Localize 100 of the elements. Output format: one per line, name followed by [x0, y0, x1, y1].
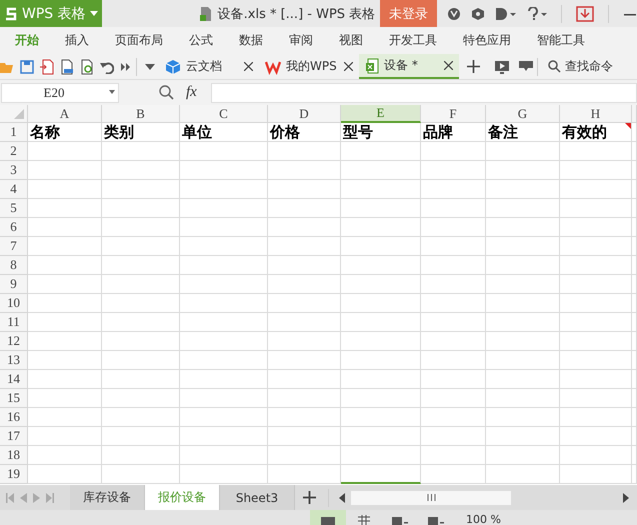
table-cell: [560, 427, 632, 446]
column-header[interactable]: E: [341, 105, 421, 123]
table-cell: [560, 199, 632, 218]
cube-icon: [165, 58, 181, 74]
export-icon[interactable]: [40, 58, 54, 74]
search-icon: [548, 60, 561, 73]
column-header[interactable]: G: [486, 105, 560, 123]
table-cell: [560, 408, 632, 427]
table-cell: [560, 389, 632, 408]
add-sheet-icon[interactable]: [302, 491, 316, 504]
ribbon-tab[interactable]: 视图: [326, 32, 376, 49]
row-header[interactable]: 16: [0, 408, 28, 427]
formula-input[interactable]: [210, 82, 637, 102]
page-icon: [428, 515, 444, 525]
document-tab[interactable]: 设备 *: [359, 54, 459, 79]
row-header[interactable]: 1: [0, 123, 28, 142]
row-header[interactable]: 4: [0, 180, 28, 199]
dropdown-icon[interactable]: [145, 64, 155, 70]
spreadsheet-icon: [365, 58, 379, 74]
table-cell: 名称: [28, 123, 102, 142]
table-cell: [560, 180, 632, 199]
table-cell: 品牌: [421, 123, 486, 142]
row-header[interactable]: 19: [0, 465, 28, 484]
row-header[interactable]: 13: [0, 351, 28, 370]
close-icon[interactable]: [244, 62, 253, 71]
row-header[interactable]: 12: [0, 332, 28, 351]
table-cell: [560, 370, 632, 389]
row-header[interactable]: 18: [0, 446, 28, 465]
table-cell: [560, 218, 632, 237]
d-menu-icon[interactable]: [495, 6, 517, 20]
ribbon-tab[interactable]: 插入: [52, 32, 102, 49]
table-cell: [560, 256, 632, 275]
scroll-left-icon[interactable]: [339, 492, 345, 502]
search-field[interactable]: 查找命令: [548, 58, 613, 75]
ribbon-tab[interactable]: 页面布局: [102, 32, 176, 49]
ribbon-tab[interactable]: 智能工具: [524, 32, 598, 49]
normal-view-button[interactable]: [310, 510, 346, 525]
ribbon-tab[interactable]: 公式: [176, 32, 226, 49]
table-cell: 价格: [268, 123, 341, 142]
row-header[interactable]: 10: [0, 294, 28, 313]
save-icon[interactable]: [20, 60, 34, 74]
row-header[interactable]: 14: [0, 370, 28, 389]
row-header[interactable]: 11: [0, 313, 28, 332]
undo-icon[interactable]: [100, 60, 114, 74]
table-cell: 备注: [486, 123, 560, 142]
document-tab[interactable]: 云文档: [159, 54, 259, 79]
column-header[interactable]: C: [180, 105, 268, 123]
page-icon: [392, 515, 408, 525]
ribbon-tab[interactable]: 开发工具: [376, 32, 450, 49]
table-cell: [421, 161, 486, 180]
row-header[interactable]: 8: [0, 256, 28, 275]
table-cell: [560, 237, 632, 256]
column-header[interactable]: D: [268, 105, 341, 123]
close-icon[interactable]: [444, 61, 453, 70]
ribbon-tab[interactable]: 审阅: [276, 32, 326, 49]
row-header[interactable]: 5: [0, 199, 28, 218]
window-icon: [321, 515, 335, 525]
scroll-right-icon[interactable]: [623, 492, 629, 502]
document-icon: [200, 6, 212, 22]
insert-function-button[interactable]: fx: [186, 84, 197, 101]
row-header[interactable]: 7: [0, 237, 28, 256]
sheet-tab[interactable]: 报价设备: [145, 485, 220, 510]
more-icon[interactable]: [120, 60, 132, 72]
table-cell: [421, 142, 486, 161]
table-cell: [560, 142, 632, 161]
row-header[interactable]: 15: [0, 389, 28, 408]
row-header[interactable]: 2: [0, 142, 28, 161]
hexagon-icon[interactable]: [471, 6, 485, 20]
column-header[interactable]: B: [102, 105, 180, 123]
download-icon[interactable]: [576, 6, 594, 22]
sheet-tab[interactable]: Sheet3: [220, 485, 295, 510]
column-header[interactable]: F: [421, 105, 486, 123]
close-icon[interactable]: [344, 62, 353, 71]
zoom-icon[interactable]: [159, 85, 174, 100]
scrollbar-thumb[interactable]: [351, 490, 511, 504]
column-header[interactable]: H: [560, 105, 632, 123]
row-header[interactable]: 9: [0, 275, 28, 294]
play-screen-icon[interactable]: [495, 60, 509, 74]
sheet-tab[interactable]: 库存设备: [70, 485, 145, 510]
table-cell: [421, 389, 486, 408]
row-header[interactable]: 6: [0, 218, 28, 237]
table-cell: [421, 199, 486, 218]
row-header[interactable]: 17: [0, 427, 28, 446]
ribbon-tab[interactable]: 特色应用: [450, 32, 524, 49]
column-header[interactable]: A: [28, 105, 102, 123]
add-tab-icon[interactable]: [466, 60, 480, 73]
help-icon[interactable]: [527, 6, 547, 20]
table-cell: [421, 313, 486, 332]
document-tab[interactable]: 我的WPS: [259, 54, 359, 79]
name-box[interactable]: E20: [1, 82, 119, 102]
print-preview-icon[interactable]: [60, 58, 74, 74]
ribbon-tab[interactable]: 数据: [226, 32, 276, 49]
table-cell: [421, 351, 486, 370]
table-cell: [421, 275, 486, 294]
zoom-page-icon[interactable]: [80, 58, 94, 74]
w-logo-icon: [265, 58, 281, 74]
table-cell: [421, 427, 486, 446]
caret-icon: [90, 11, 98, 16]
row-header[interactable]: 3: [0, 161, 28, 180]
table-cell: 类别: [102, 123, 180, 142]
